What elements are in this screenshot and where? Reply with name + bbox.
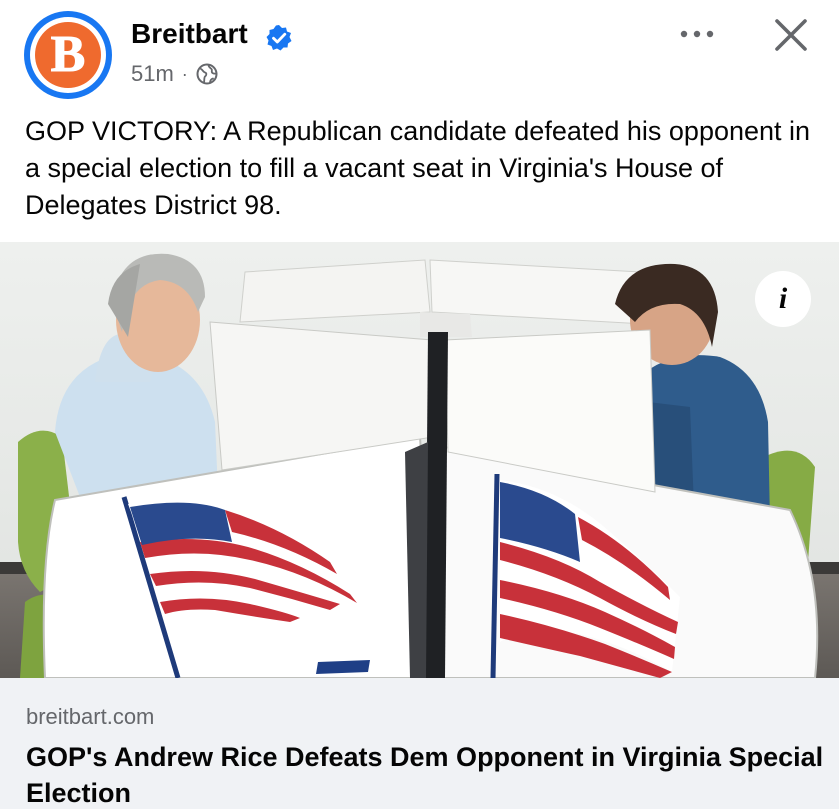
voting-booths-image <box>0 242 839 678</box>
post-header: B Breitbart 51m · <box>0 0 839 110</box>
link-title[interactable]: GOP's Andrew Rice Defeats Dem Opponent i… <box>26 739 826 811</box>
meta-separator: · <box>181 63 188 84</box>
page-name-link[interactable]: Breitbart <box>131 18 248 50</box>
globe-icon <box>196 63 218 85</box>
close-icon[interactable] <box>771 15 811 55</box>
post-photo[interactable] <box>0 242 839 678</box>
post-timestamp[interactable]: 51m <box>131 61 174 87</box>
verified-badge-icon <box>266 25 292 51</box>
link-preview-card[interactable]: breitbart.com GOP's Andrew Rice Defeats … <box>0 678 839 809</box>
link-domain: breitbart.com <box>26 704 155 729</box>
post-text: GOP VICTORY: A Republican candidate defe… <box>25 116 811 220</box>
page-avatar[interactable]: B <box>24 11 112 99</box>
more-options-icon[interactable] <box>678 26 716 42</box>
avatar-ring: B <box>30 17 106 93</box>
image-info-button[interactable]: i <box>755 271 811 327</box>
avatar-letter: B <box>50 26 86 83</box>
post-meta: 51m · <box>131 60 218 88</box>
avatar-logo: B <box>35 22 101 88</box>
